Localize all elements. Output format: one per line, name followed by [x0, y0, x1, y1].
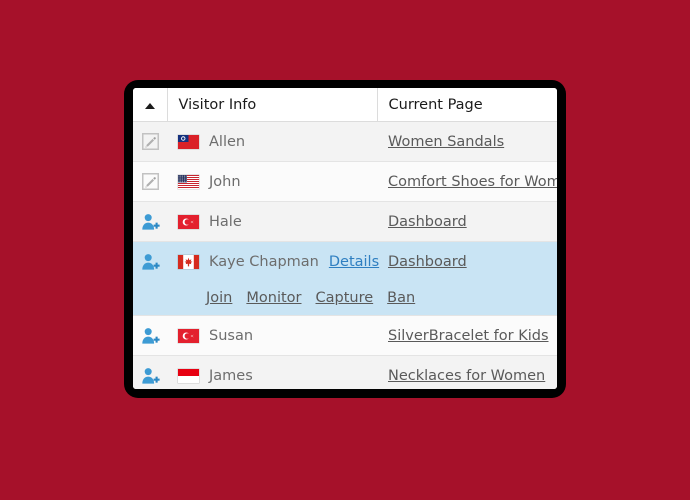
row-action-icon-cell[interactable] [133, 355, 167, 389]
visitor-name: John [209, 173, 241, 190]
flag-icon-us [178, 174, 199, 189]
details-link[interactable]: Details [329, 254, 379, 270]
action-link-join[interactable]: Join [206, 290, 232, 306]
row-action-icon-cell[interactable] [133, 315, 167, 356]
action-link-capture[interactable]: Capture [316, 290, 374, 306]
row-actions-spacer [133, 281, 167, 316]
visitor-info-cell: John [167, 161, 377, 202]
row-actions: Join Monitor Capture Ban [133, 281, 557, 316]
column-header-current-page-label: Current Page [388, 96, 483, 113]
current-page-link[interactable]: Dashboard [388, 214, 467, 230]
row-action-icon-cell[interactable] [133, 161, 167, 202]
current-page-cell: SilverBracelet for Kids [377, 315, 557, 356]
row-action-icon-cell[interactable] [133, 121, 167, 162]
row-actions-cell: Join Monitor Capture Ban [167, 281, 557, 316]
flag-icon-ca [178, 254, 199, 269]
flag-icon-tr [178, 214, 199, 229]
current-page-link[interactable]: Comfort Shoes for Women [388, 174, 557, 190]
window-frame: Visitor Info Current Page Allen Women San… [124, 80, 566, 398]
add-user-icon[interactable] [141, 327, 160, 345]
edit-icon[interactable] [141, 173, 159, 190]
table-header: Visitor Info Current Page [133, 88, 557, 122]
sort-ascending-icon[interactable] [144, 102, 155, 109]
table-row[interactable]: John Comfort Shoes for Women [133, 161, 557, 202]
flag-icon-tw [178, 134, 199, 149]
visitor-info-cell: Susan [167, 315, 377, 356]
table-row[interactable]: Hale Dashboard [133, 201, 557, 242]
visitor-name: Kaye Chapman [209, 253, 319, 270]
column-header-visitor-info[interactable]: Visitor Info [167, 88, 378, 122]
current-page-cell: Dashboard [377, 241, 557, 282]
table-body: Allen Women Sandals John Comfort Shoes for … [133, 121, 557, 389]
column-header-sort[interactable] [133, 88, 168, 122]
visitor-info-cell: Kaye Chapman Details [167, 241, 379, 282]
visitor-info-cell: Hale [167, 201, 377, 242]
table-header-row: Visitor Info Current Page [133, 88, 557, 122]
current-page-link[interactable]: Necklaces for Women [388, 368, 545, 384]
visitor-name: James [209, 367, 253, 384]
current-page-cell: Comfort Shoes for Women [377, 161, 557, 202]
visitor-name: Allen [209, 133, 246, 150]
visitor-monitor-panel: Visitor Info Current Page Allen Women San… [133, 88, 557, 389]
visitor-table: Visitor Info Current Page Allen Women San… [133, 88, 557, 389]
table-row[interactable]: James Necklaces for Women [133, 355, 557, 389]
row-action-icon-cell[interactable] [133, 201, 167, 242]
current-page-link[interactable]: SilverBracelet for Kids [388, 328, 549, 344]
row-action-icon-cell[interactable] [133, 241, 167, 282]
flag-icon-id [178, 368, 199, 383]
visitor-info-cell: James [167, 355, 377, 389]
column-header-visitor-info-label: Visitor Info [178, 96, 257, 113]
current-page-cell: Women Sandals [377, 121, 557, 162]
action-link-ban[interactable]: Ban [387, 290, 415, 306]
edit-icon[interactable] [141, 133, 159, 150]
current-page-cell: Necklaces for Women [377, 355, 557, 389]
add-user-icon[interactable] [141, 367, 160, 385]
flag-icon-tr [178, 328, 199, 343]
table-row[interactable]: Allen Women Sandals [133, 121, 557, 162]
screen: Visitor Info Current Page Allen Women San… [0, 0, 690, 500]
visitor-name: Susan [209, 327, 254, 344]
table-row[interactable]: Kaye Chapman Details Dashboard [133, 241, 557, 282]
visitor-name: Hale [209, 213, 242, 230]
current-page-link[interactable]: Women Sandals [388, 134, 504, 150]
column-header-current-page[interactable]: Current Page [377, 88, 557, 122]
add-user-icon[interactable] [141, 253, 160, 271]
table-row[interactable]: Susan SilverBracelet for Kids [133, 315, 557, 356]
action-link-monitor[interactable]: Monitor [246, 290, 301, 306]
current-page-cell: Dashboard [377, 201, 557, 242]
add-user-icon[interactable] [141, 213, 160, 231]
visitor-info-cell: Allen [167, 121, 377, 162]
current-page-link[interactable]: Dashboard [388, 254, 467, 270]
